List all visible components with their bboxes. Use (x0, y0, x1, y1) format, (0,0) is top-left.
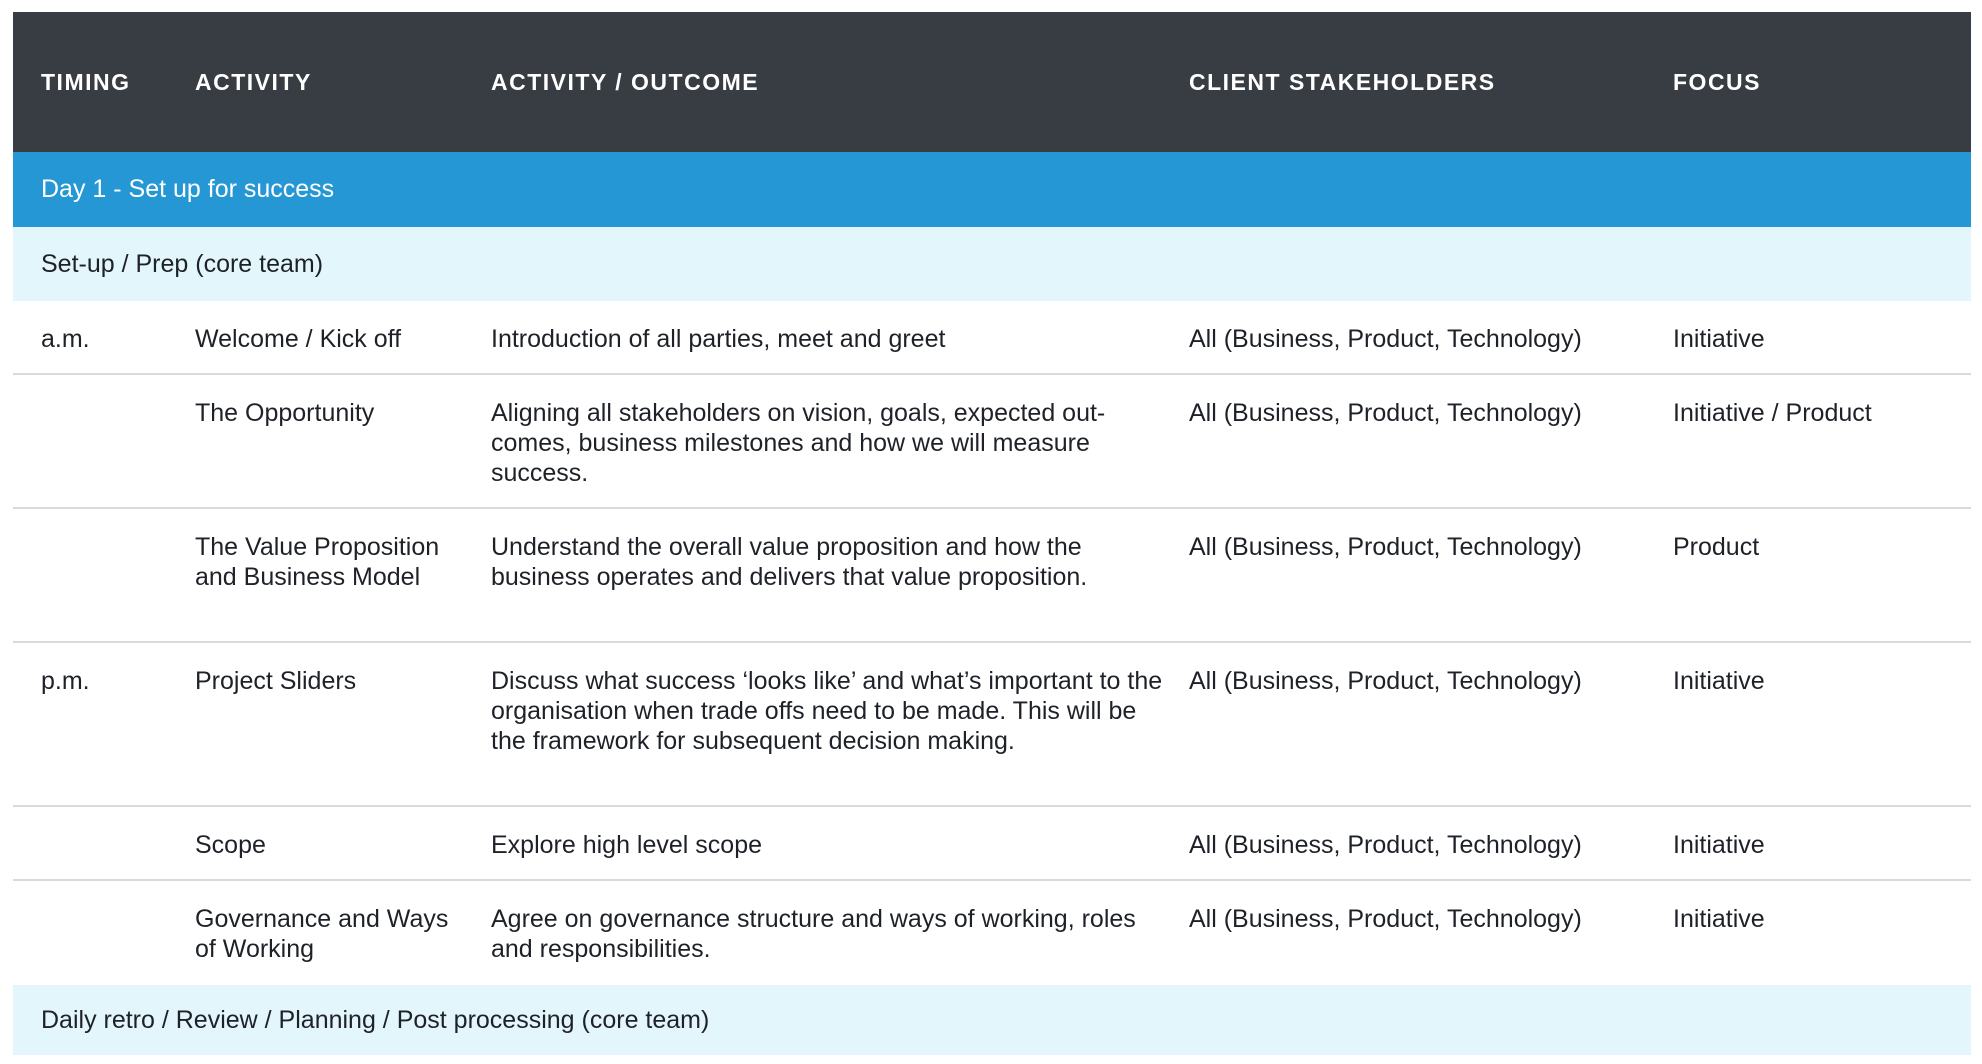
cell-stakeholders: All (Business, Product, Technology) (1189, 533, 1582, 561)
cell-stakeholders: All (Business, Product, Technology) (1189, 667, 1582, 695)
cell-outcome: Discuss what success ‘looks like’ and wh… (491, 667, 1163, 755)
table-header: TIMING ACTIVITY ACTIVITY / OUTCOME CLIEN… (13, 12, 1971, 152)
cell-stakeholders: All (Business, Product, Technology) (1189, 905, 1582, 933)
cell-stakeholders: All (Business, Product, Technology) (1189, 831, 1582, 859)
cell-stakeholders: All (Business, Product, Technology) (1189, 399, 1582, 427)
header-timing: TIMING (41, 69, 131, 95)
section-retro: Daily retro / Review / Planning / Post p… (13, 985, 1971, 1055)
cell-activity: Governance and Ways of Working (195, 905, 449, 963)
cell-timing: a.m. (41, 325, 90, 353)
cell-activity: Scope (195, 831, 266, 859)
table-row: The Value Proposition and Business Model… (13, 509, 1971, 643)
table-row: Governance and Ways of Working Agree on … (13, 881, 1971, 985)
cell-focus: Product (1673, 533, 1760, 561)
header-activity-outcome: ACTIVITY / OUTCOME (491, 69, 760, 95)
cell-outcome: Agree on governance structure and ways o… (491, 905, 1136, 963)
cell-outcome: Understand the overall value proposition… (491, 533, 1088, 591)
cell-timing: p.m. (41, 667, 90, 695)
cell-activity: Project Sliders (195, 667, 357, 695)
table-row: The Opportunity Aligning all stakeholder… (13, 375, 1971, 509)
cell-focus: Initiative (1673, 831, 1765, 859)
cell-focus: Initiative (1673, 325, 1765, 353)
cell-focus: Initiative (1673, 667, 1765, 695)
header-activity: ACTIVITY (195, 69, 312, 95)
day-title-bar: Day 1 - Set up for success (13, 152, 1971, 227)
cell-outcome: Aligning all stakeholders on vision, goa… (491, 399, 1106, 487)
header-focus: FOCUS (1673, 69, 1761, 95)
cell-stakeholders: All (Business, Product, Technology) (1189, 325, 1582, 353)
cell-outcome: Explore high level scope (491, 831, 762, 859)
table-row: a.m. Welcome / Kick off Introduction of … (13, 301, 1971, 375)
cell-outcome: Introduction of all parties, meet and gr… (491, 325, 946, 353)
cell-activity: The Opportunity (195, 399, 375, 427)
section-prep: Set-up / Prep (core team) (13, 227, 1971, 301)
table-row: Scope Explore high level scope All (Busi… (13, 807, 1971, 881)
header-client-stakeholders: CLIENT STAKEHOLDERS (1189, 69, 1496, 95)
agenda-table: TIMING ACTIVITY ACTIVITY / OUTCOME CLIEN… (13, 12, 1971, 1055)
cell-activity: Welcome / Kick off (195, 325, 402, 353)
cell-activity: The Value Proposition and Business Model (195, 533, 440, 591)
table-row: p.m. Project Sliders Discuss what succes… (13, 643, 1971, 807)
cell-focus: Initiative (1673, 905, 1765, 933)
cell-focus: Initiative / Product (1673, 399, 1872, 427)
